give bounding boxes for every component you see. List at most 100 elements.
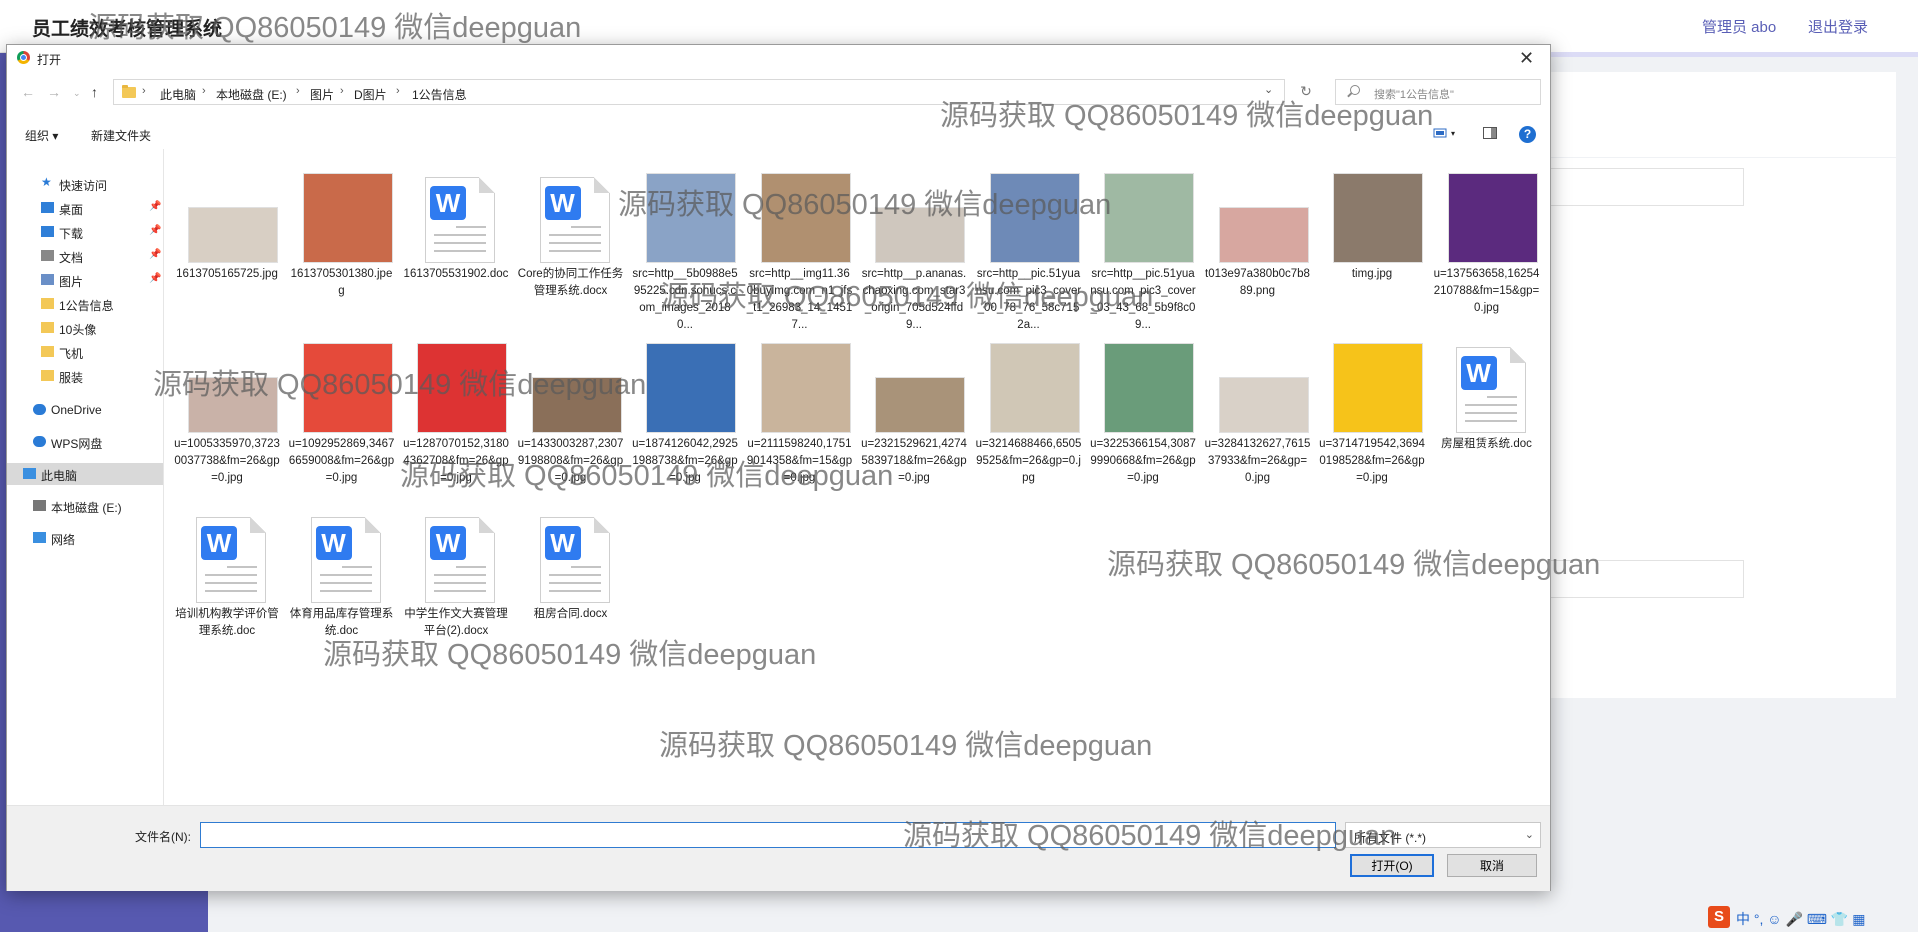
file-name: 1613705301380.jpeg [290,268,393,297]
file-item[interactable]: u=1874126042,29251988738&fm=26&gp=0.jpg [632,343,738,513]
file-item[interactable]: W 体育用品库存管理系统.doc [289,513,395,683]
breadcrumb-item[interactable]: 此电脑 [160,86,196,103]
chrome-icon [17,51,30,64]
sidebar-item[interactable]: 1公告信息 [7,293,163,315]
file-name: 租房合同.docx [533,608,608,620]
file-item[interactable]: u=3714719542,36940198528&fm=26&gp=0.jpg [1319,343,1425,513]
back-arrow-icon[interactable]: ← [21,84,35,100]
file-item[interactable]: src=http__p.ananas.chaoxing.com_star3_or… [861,173,967,343]
sidebar-item[interactable]: WPS网盘 [7,431,163,453]
file-item[interactable]: timg.jpg [1319,173,1425,343]
search-icon [1350,85,1360,95]
help-icon[interactable]: ? [1519,126,1536,143]
file-item[interactable]: src=http__pic.51yuansu.com_pic3_cover_03… [1090,173,1196,343]
breadcrumb-item[interactable]: 1公告信息 [412,86,467,103]
sidebar-item[interactable]: 桌面 📌 [7,197,163,219]
file-item[interactable]: u=3214688466,65059525&fm=26&gp=0.jpg [976,343,1082,513]
new-folder-button[interactable]: 新建文件夹 [91,127,151,144]
file-item[interactable]: u=1287070152,31804362708&fm=26&gp=0.jpg [403,343,509,513]
sidebar-item-label: 此电脑 [41,469,78,483]
pin-icon[interactable]: 📌 [149,273,161,284]
sogou-ime-icon[interactable]: S [1708,906,1730,928]
file-name: u=2111598240,17519014358&fm=15&gp=0.jpg [746,438,853,484]
chevron-right-icon: › [202,85,206,97]
file-item[interactable]: src=http__pic.51yuansu.com_pic3_cover_00… [976,173,1082,343]
logout-link[interactable]: 退出登录 [1808,16,1868,37]
file-name: 1613705531902.doc [403,268,509,280]
pin-icon[interactable]: 📌 [149,249,161,260]
sidebar-item[interactable]: 图片 📌 [7,269,163,291]
pin-icon[interactable]: 📌 [149,201,161,212]
user-label[interactable]: 管理员 abo [1702,16,1776,37]
image-thumbnail [1104,343,1194,433]
recent-chevron-icon[interactable]: ⌄ [73,88,81,99]
file-item[interactable]: W 中学生作文大赛管理平台(2).docx [403,513,509,683]
pin-icon[interactable]: 📌 [149,225,161,236]
organize-menu[interactable]: 组织 ▾ [25,127,58,144]
address-bar[interactable]: › 此电脑 › 本地磁盘 (E:) › 图片 › D图片 › 1公告信息 ⌄ [113,79,1285,105]
sidebar-item[interactable]: 10头像 [7,317,163,339]
image-thumbnail [302,173,393,263]
sidebar-item[interactable]: 下载 📌 [7,221,163,243]
filename-input[interactable] [200,822,1336,848]
app-form-field[interactable] [1548,168,1744,206]
ime-status[interactable]: 中 °, ☺ 🎤 ⌨ 👕 ▦ [1736,909,1865,929]
sidebar-item[interactable]: 网络 [7,527,163,549]
file-item[interactable]: W 1613705531902.doc [403,173,509,343]
file-item[interactable]: src=http__img11.360buyimg.com_n1_jfs_t1_… [747,173,853,343]
sidebar-item[interactable]: 服装 [7,365,163,387]
file-item[interactable]: u=1005335970,37230037738&fm=26&gp=0.jpg [174,343,280,513]
sidebar-item[interactable]: 飞机 [7,341,163,363]
app-form-card [1548,158,1896,698]
breadcrumb-item[interactable]: 本地磁盘 (E:) [216,86,287,103]
file-item[interactable]: 1613705165725.jpg [174,173,280,343]
forward-arrow-icon[interactable]: → [47,84,61,100]
file-item[interactable]: 1613705301380.jpeg [289,173,395,343]
word-document-icon: W [539,177,610,263]
file-item[interactable]: u=2111598240,17519014358&fm=15&gp=0.jpg [747,343,853,513]
file-name: u=1433003287,23079198808&fm=26&gp=0.jpg [517,438,624,484]
sidebar-item[interactable]: OneDrive [7,399,163,421]
file-item[interactable]: u=137563658,16254210788&fm=15&gp=0.jpg [1434,173,1540,343]
sidebar-item[interactable]: ★ 快速访问 [7,173,163,195]
sidebar-item[interactable]: 本地磁盘 (E:) [7,495,163,517]
breadcrumb-item[interactable]: 图片 [310,86,334,103]
up-arrow-icon[interactable]: ↑ [91,84,98,100]
filetype-select[interactable]: 所有文件 (*.*) ⌄ [1345,822,1541,848]
view-chevron-icon[interactable]: ▾ [1451,129,1455,138]
file-item[interactable]: W 房屋租赁系统.doc [1434,343,1540,513]
preview-pane-icon[interactable] [1483,127,1497,139]
chevron-down-icon[interactable]: ⌄ [1264,83,1273,96]
folder-icon [41,346,54,357]
file-item[interactable]: W 培训机构教学评价管理系统.doc [174,513,280,683]
file-name: u=1874126042,29251988738&fm=26&gp=0.jpg [632,438,738,484]
image-thumbnail [646,343,736,433]
file-item[interactable]: u=1433003287,23079198808&fm=26&gp=0.jpg [518,343,624,513]
app-card [1548,72,1896,157]
open-button[interactable]: 打开(O) [1350,854,1434,877]
refresh-icon[interactable]: ↻ [1293,83,1319,103]
cancel-button[interactable]: 取消 [1447,854,1537,877]
file-item[interactable]: W 租房合同.docx [518,513,624,683]
file-name: src=http__5b0988e595225.cdn.sohucs.com_i… [632,268,738,331]
chevron-right-icon: › [396,85,400,97]
file-item[interactable]: u=2321529621,42745839718&fm=26&gp=0.jpg [861,343,967,513]
sidebar-item[interactable]: 文档 📌 [7,245,163,267]
search-box[interactable]: 搜索"1公告信息" [1335,79,1541,105]
file-item[interactable]: t013e97a380b0c7b889.png [1205,173,1311,343]
download-icon [41,226,54,237]
close-icon[interactable]: ✕ [1519,48,1534,69]
sidebar-item[interactable]: 此电脑 [7,463,163,485]
file-item[interactable]: W Core的协同工作任务管理系统.docx [518,173,624,343]
app-form-field[interactable] [1548,560,1744,598]
file-item[interactable]: src=http__5b0988e595225.cdn.sohucs.com_i… [632,173,738,343]
file-item[interactable]: u=3225366154,30879990668&fm=26&gp=0.jpg [1090,343,1196,513]
view-mode-icon[interactable] [1433,127,1447,139]
breadcrumb-item[interactable]: D图片 [354,86,387,103]
image-thumbnail [1218,207,1309,263]
sidebar-item-label: WPS网盘 [51,437,103,451]
image-thumbnail [989,343,1080,433]
file-item[interactable]: u=1092952869,34676659008&fm=26&gp=0.jpg [289,343,395,513]
file-name: u=1005335970,37230037738&fm=26&gp=0.jpg [174,438,280,484]
file-item[interactable]: u=3284132627,761537933&fm=26&gp=0.jpg [1205,343,1311,513]
